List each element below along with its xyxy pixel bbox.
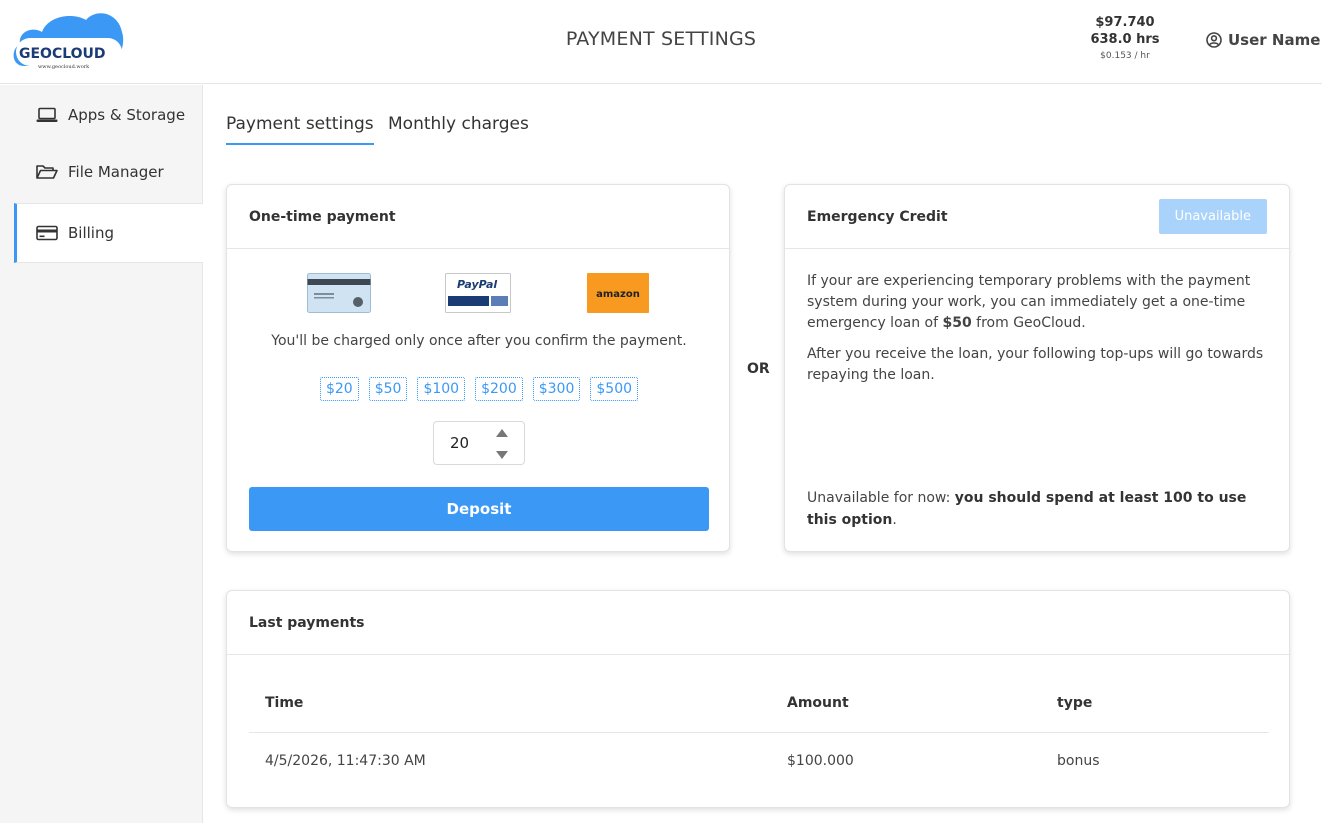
sidebar-item-apps-storage[interactable]: Apps & Storage bbox=[14, 85, 203, 145]
amount-value: 20 bbox=[450, 434, 470, 452]
emergency-credit-card: Emergency Credit Unavailable If your are… bbox=[784, 184, 1290, 552]
amount-presets: $20 $50 $100 $200 $300 $500 bbox=[227, 377, 731, 401]
amount-button[interactable]: $200 bbox=[475, 377, 523, 401]
credit-card-icon bbox=[36, 225, 58, 241]
table-row: 4/5/2026, 11:47:30 AM $100.000 bonus bbox=[249, 733, 1269, 789]
column-header-amount: Amount bbox=[787, 694, 849, 711]
credit-card-method[interactable] bbox=[307, 273, 371, 317]
payments-table: Time Amount type 4/5/2026, 11:47:30 AM $… bbox=[249, 673, 1269, 789]
emergency-description: If your are experiencing temporary probl… bbox=[807, 271, 1267, 396]
deposit-button[interactable]: Deposit bbox=[249, 487, 709, 531]
emergency-paragraph-1: If your are experiencing temporary probl… bbox=[807, 273, 1251, 331]
card-title: Emergency Credit bbox=[807, 208, 948, 225]
tab-payment-settings[interactable]: Payment settings bbox=[226, 114, 374, 145]
amazon-method[interactable]: amazon bbox=[587, 273, 649, 317]
balance-hours: 638.0 hrs bbox=[1090, 32, 1160, 47]
logo-url-text: www.geocloud.work bbox=[38, 64, 90, 70]
user-circle-icon bbox=[1206, 32, 1222, 48]
last-payments-card: Last payments Time Amount type 4/5/2026,… bbox=[226, 590, 1290, 808]
paypal-text: PayPal bbox=[457, 278, 497, 291]
amount-button[interactable]: $100 bbox=[417, 377, 466, 401]
emergency-paragraph-2: After you receive the loan, your followi… bbox=[807, 346, 1264, 383]
card-title: One-time payment bbox=[227, 185, 729, 249]
folder-open-icon bbox=[36, 165, 58, 179]
balance-info: $97.740 638.0 hrs $0.153 / hr bbox=[1080, 14, 1170, 64]
table-header-row: Time Amount type bbox=[249, 673, 1269, 733]
amount-stepper[interactable]: 20 bbox=[433, 421, 525, 465]
amount-button[interactable]: $300 bbox=[532, 377, 581, 401]
or-separator: OR bbox=[747, 361, 770, 377]
balance-rate: $0.153 / hr bbox=[1100, 51, 1150, 61]
sidebar-item-label: Billing bbox=[68, 224, 114, 242]
balance-amount: $97.740 bbox=[1095, 15, 1155, 30]
credit-card-logo-icon bbox=[307, 273, 371, 313]
top-header: GEOCLOUD www.geocloud.work PAYMENT SETTI… bbox=[0, 0, 1322, 84]
unavailable-button[interactable]: Unavailable bbox=[1158, 199, 1267, 234]
amazon-logo-icon: amazon bbox=[587, 273, 649, 313]
tab-monthly-charges[interactable]: Monthly charges bbox=[388, 114, 529, 134]
user-name: User Name bbox=[1228, 31, 1321, 49]
sidebar-item-billing[interactable]: Billing bbox=[14, 203, 203, 263]
sidebar-item-label: File Manager bbox=[68, 163, 164, 181]
card-title: Last payments bbox=[227, 591, 1289, 655]
cell-time: 4/5/2026, 11:47:30 AM bbox=[265, 753, 426, 769]
amount-button[interactable]: $500 bbox=[590, 377, 639, 401]
cell-type: bonus bbox=[1057, 753, 1100, 769]
sidebar-item-file-manager[interactable]: File Manager bbox=[14, 142, 203, 202]
charge-note: You'll be charged only once after you co… bbox=[271, 333, 687, 349]
user-menu[interactable]: User Name bbox=[1206, 31, 1320, 49]
availability-note: Unavailable for now: you should spend at… bbox=[807, 490, 1247, 528]
column-header-type: type bbox=[1057, 694, 1093, 711]
paypal-method[interactable]: PayPal bbox=[445, 273, 511, 317]
amount-button[interactable]: $50 bbox=[368, 377, 408, 401]
column-header-time: Time bbox=[265, 694, 304, 711]
loan-amount: $50 bbox=[942, 315, 972, 331]
amazon-text: amazon bbox=[596, 289, 640, 300]
sidebar-item-label: Apps & Storage bbox=[68, 106, 186, 124]
laptop-icon bbox=[36, 107, 58, 122]
paypal-logo-icon: PayPal bbox=[445, 273, 511, 313]
card-header: Emergency Credit Unavailable bbox=[785, 185, 1289, 249]
sidebar: Apps & Storage File Manager Billing bbox=[0, 85, 203, 823]
decrement-arrow-icon[interactable] bbox=[496, 451, 508, 459]
one-time-payment-card: One-time payment PayPal amazon You'll be… bbox=[226, 184, 730, 552]
amount-button[interactable]: $20 bbox=[319, 377, 359, 401]
cell-amount: $100.000 bbox=[787, 753, 854, 769]
increment-arrow-icon[interactable] bbox=[496, 429, 508, 437]
